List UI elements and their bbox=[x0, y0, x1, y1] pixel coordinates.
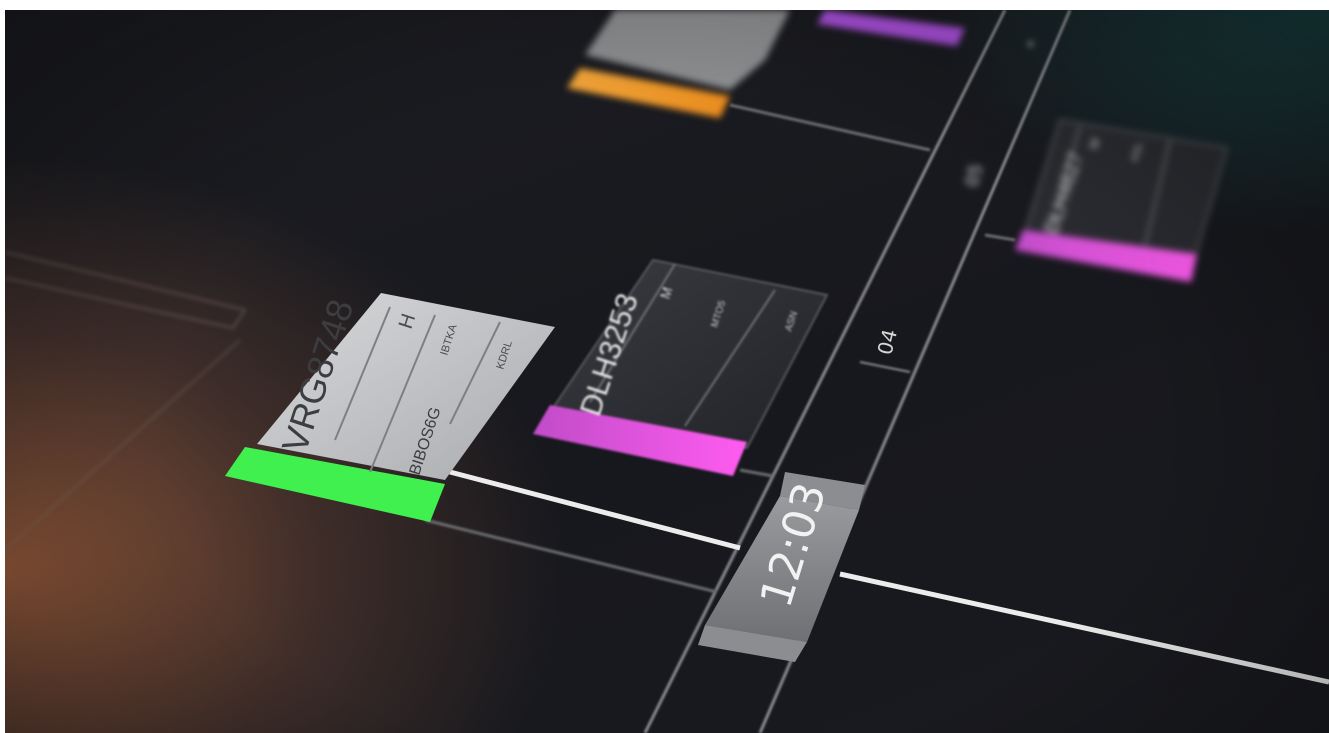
minute-mark-label: 04 bbox=[873, 327, 902, 358]
flight-strip-top-purple[interactable] bbox=[817, 10, 965, 46]
flight-strip-top-orange[interactable] bbox=[567, 10, 790, 118]
atc-display: 04 05 • 12:03 VRG8748 H IBTKA KDRL BIBOS… bbox=[5, 10, 1329, 733]
connector-line bbox=[729, 103, 931, 152]
minute-mark-underline bbox=[859, 361, 911, 373]
minute-mark-05: 05 bbox=[961, 162, 987, 189]
minute-mark-label: 05 bbox=[961, 162, 987, 189]
current-time-line bbox=[449, 469, 1329, 685]
flight-strip-dlh3253[interactable]: DLH3253 M MTO5 ASN bbox=[533, 258, 829, 476]
minute-mark-04: 04 bbox=[873, 327, 902, 358]
flight-strip-dlh4627[interactable]: DLH4627 M KDL bbox=[1015, 118, 1229, 282]
connector-line bbox=[984, 233, 1016, 242]
strip-status-bar bbox=[817, 10, 965, 46]
connector-line bbox=[739, 468, 774, 478]
guide-line bbox=[5, 339, 241, 551]
current-time-line-right bbox=[839, 571, 1329, 685]
current-time-box: 12:03 bbox=[698, 472, 865, 662]
minute-mark-06: • bbox=[1020, 37, 1041, 51]
guide-lines bbox=[5, 251, 247, 551]
guide-line bbox=[5, 251, 247, 330]
minute-mark-label: • bbox=[1020, 37, 1041, 51]
